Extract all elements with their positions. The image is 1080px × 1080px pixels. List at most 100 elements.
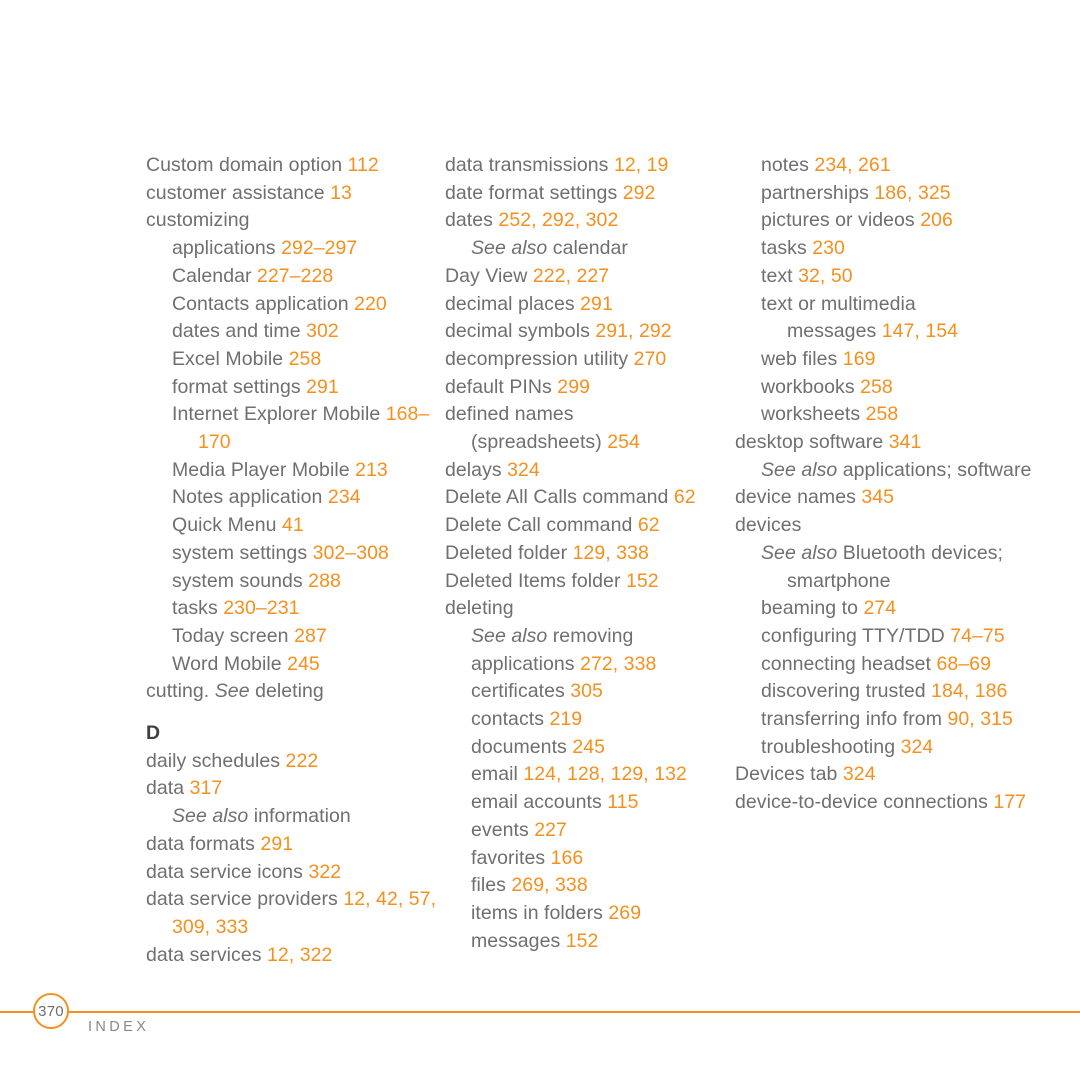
- index-entry: transferring info from 90, 315: [735, 706, 1046, 734]
- index-entry-term: Word Mobile: [172, 652, 288, 675]
- index-entry: tasks 230–231: [146, 595, 445, 623]
- index-entry-pages: 288: [308, 569, 341, 592]
- index-entry-pages: 292–297: [281, 237, 358, 260]
- index-entry-pages: 270: [633, 347, 667, 370]
- index-entry: items in folders 269: [445, 900, 735, 928]
- index-entry: tasks 230: [735, 235, 1046, 263]
- index-entry: Delete Call command 62: [445, 512, 735, 540]
- index-entry: system settings 302–308: [146, 540, 445, 568]
- index-entry: Contacts application 220: [146, 291, 445, 319]
- index-entry-term: deleting: [445, 597, 514, 620]
- index-entry-pages: 269, 338: [511, 874, 588, 897]
- crossref-see-label: See: [214, 680, 250, 703]
- index-entry: email 124, 128, 129, 132: [445, 761, 735, 789]
- index-entry-term: dates: [445, 209, 499, 232]
- index-entry: Calendar 227–228: [146, 263, 445, 291]
- index-entry-term: events: [471, 818, 535, 841]
- index-entry: system sounds 288: [146, 568, 445, 596]
- index-entry-term: data service icons: [146, 860, 309, 883]
- index-entry-term: files: [471, 874, 512, 897]
- index-entry-term: desktop software: [735, 431, 889, 454]
- index-entry-pages: 341: [888, 431, 922, 454]
- index-entry-pages: 322: [308, 860, 342, 883]
- index-entry-term: Deleted Items folder: [445, 569, 626, 592]
- index-entry-term: decompression utility: [445, 347, 634, 370]
- index-entry: (spreadsheets) 254: [445, 429, 735, 457]
- index-entry-term: default PINs: [445, 375, 558, 398]
- index-entry-pages: 287: [294, 624, 327, 647]
- crossref-target: deleting: [249, 680, 324, 703]
- index-entry-term: system sounds: [172, 569, 309, 592]
- crossref-see-label: See also: [761, 458, 838, 481]
- index-entry-pages: 324: [842, 763, 876, 786]
- index-entry: date format settings 292: [445, 180, 735, 208]
- index-entry: Excel Mobile 258: [146, 346, 445, 374]
- index-entry-pages: 177: [993, 791, 1027, 814]
- index-entry-pages: 292: [622, 181, 656, 204]
- index-entry: Internet Explorer Mobile 168–170: [146, 401, 445, 456]
- crossref-see-label: See also: [172, 805, 249, 828]
- index-entry-pages: 152: [625, 569, 659, 592]
- index-entry-pages: 305: [570, 680, 603, 703]
- index-page: Custom domain option 112 customer assista…: [0, 0, 1080, 1080]
- index-entry: beaming to 274: [735, 595, 1046, 623]
- index-entry: worksheets 258: [735, 401, 1046, 429]
- index-entry: workbooks 258: [735, 374, 1046, 402]
- index-entry: documents 245: [445, 734, 735, 762]
- index-entry-pages: 13: [330, 181, 352, 204]
- crossref-see-label: See also: [471, 624, 548, 647]
- index-entry-pages: 169: [842, 347, 876, 370]
- index-entry-pages: 219: [549, 708, 583, 731]
- index-entry-pages: 12, 322: [267, 943, 333, 966]
- index-entry-term: Delete All Calls command: [445, 486, 674, 509]
- index-entry: decimal symbols 291, 292: [445, 318, 735, 346]
- index-entry-term: Excel Mobile: [172, 347, 289, 370]
- index-entry-term: data services: [146, 943, 268, 966]
- index-entry-term: date format settings: [445, 181, 623, 204]
- index-entry-term: troubleshooting: [761, 735, 901, 758]
- index-entry-pages: 302–308: [312, 541, 389, 564]
- index-entry-term: Quick Menu: [172, 514, 283, 537]
- index-entry-pages: 222, 227: [532, 264, 610, 287]
- index-entry-term: email accounts: [471, 791, 608, 814]
- index-entry-term: device names: [735, 486, 862, 509]
- index-entry-term: Media Player Mobile: [172, 458, 356, 481]
- index-entry-term: web files: [761, 347, 843, 370]
- index-column-1: Custom domain option 112 customer assista…: [146, 152, 445, 969]
- index-entry-pages: 269: [608, 901, 642, 924]
- index-entry: Custom domain option 112: [146, 152, 445, 180]
- index-crossref: See also removing: [445, 623, 735, 651]
- index-entry-term: Delete Call command: [445, 514, 638, 537]
- crossref-target: removing: [547, 624, 634, 647]
- index-entry: troubleshooting 324: [735, 734, 1046, 762]
- index-entry: Media Player Mobile 213: [146, 457, 445, 485]
- index-entry: Today screen 287: [146, 623, 445, 651]
- index-entry-pages: 291: [306, 375, 339, 398]
- index-entry-pages: 152: [565, 929, 599, 952]
- index-entry-term: contacts: [471, 708, 550, 731]
- index-entry: device-to-device connections 177: [735, 789, 1046, 817]
- index-entry-pages: 302: [306, 320, 339, 343]
- index-entry-term: messages: [471, 929, 566, 952]
- index-entry-term: beaming to: [761, 597, 864, 620]
- index-entry-term: data formats: [146, 832, 261, 855]
- index-entry: Day View 222, 227: [445, 263, 735, 291]
- index-entry-pages: 234, 261: [814, 154, 891, 176]
- index-entry: applications 272, 338: [445, 651, 735, 679]
- index-entry-pages: 324: [900, 735, 934, 758]
- index-entry: text or multimedia: [735, 291, 1046, 319]
- index-entry-pages: 291, 292: [595, 320, 672, 343]
- index-entry-pages: 147, 154: [881, 320, 959, 343]
- index-columns: Custom domain option 112 customer assista…: [146, 152, 1046, 969]
- index-entry-pages: 186, 325: [874, 181, 951, 204]
- index-entry: desktop software 341: [735, 429, 1046, 457]
- index-entry-pages: 258: [860, 375, 893, 398]
- index-entry: certificates 305: [445, 678, 735, 706]
- index-entry-term: notes: [761, 154, 815, 176]
- page-number: 370: [38, 1002, 64, 1020]
- index-column-3: notes 234, 261 partnerships 186, 325 pictu…: [735, 152, 1046, 969]
- crossref-target: applications; software: [837, 458, 1032, 481]
- index-entry-pages: 124, 128, 129, 132: [523, 763, 687, 786]
- index-entry-term: Calendar: [172, 264, 258, 287]
- index-crossref: See also Bluetooth devices; smartphone: [735, 540, 1046, 595]
